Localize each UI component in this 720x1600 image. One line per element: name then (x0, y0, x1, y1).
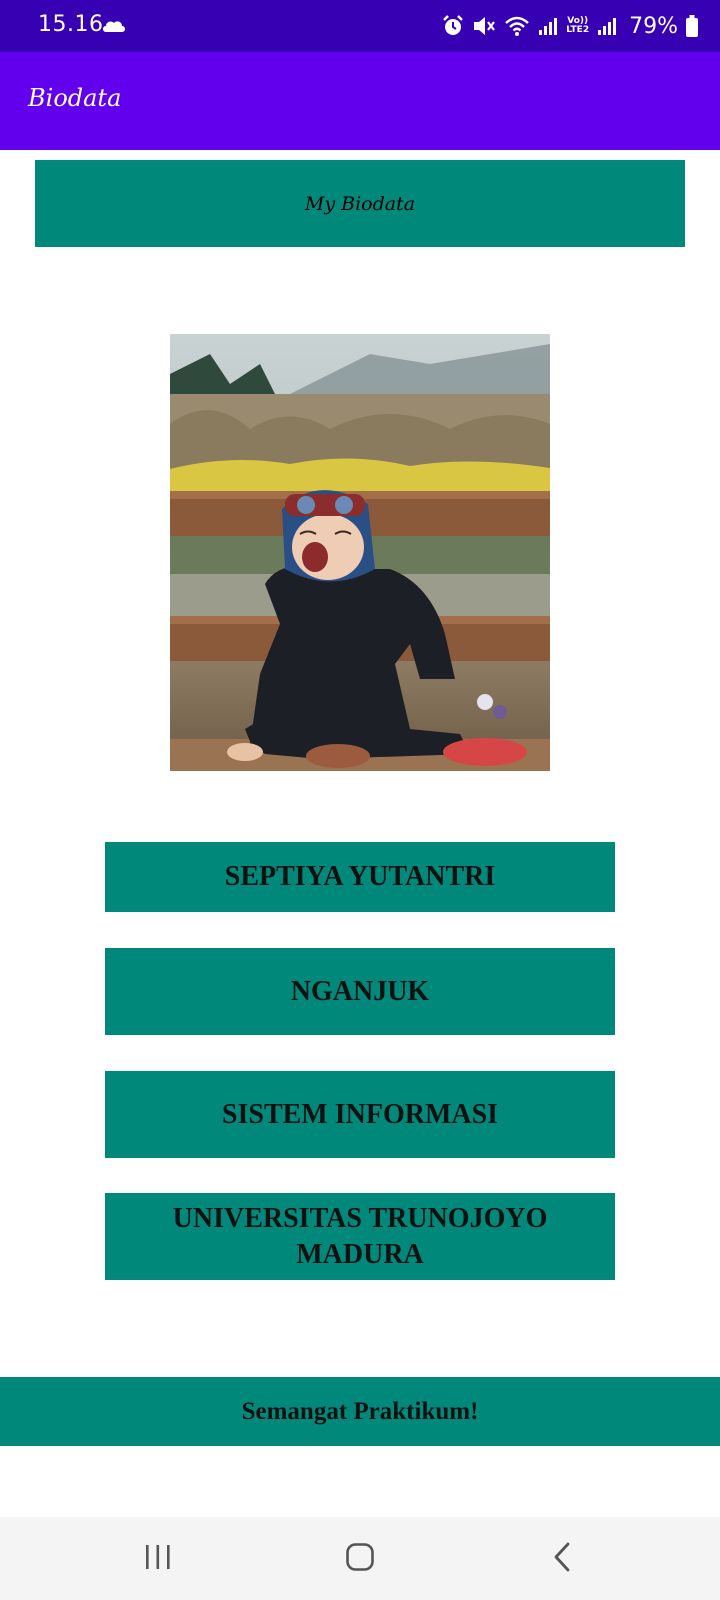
alarm-icon (442, 15, 464, 37)
university-text: UNIVERSITAS TRUNOJOYO MADURA (172, 1202, 548, 1270)
lte-label: LTE2 (566, 25, 590, 35)
name-text: SEPTIYA YUTANTRI (224, 861, 496, 892)
city-text: NGANJUK (290, 975, 430, 1007)
recents-icon (143, 1543, 173, 1575)
major-block: SISTEM INFORMASI (105, 1071, 615, 1158)
city-block: NGANJUK (105, 948, 615, 1035)
back-button[interactable] (537, 1539, 587, 1579)
status-bar: 15.16 Vo)) LTE2 79% (0, 0, 720, 52)
home-icon (345, 1542, 375, 1576)
major-text: SISTEM INFORMASI (221, 1098, 499, 1130)
status-time: 15.16 (38, 12, 104, 37)
signal-icon (538, 16, 558, 36)
recents-button[interactable] (133, 1539, 183, 1579)
battery-percent: 79% (629, 13, 678, 39)
status-icons: Vo)) LTE2 79% (442, 10, 698, 42)
wifi-icon (504, 15, 530, 37)
header-banner: My Biodata (35, 160, 685, 247)
home-button[interactable] (335, 1539, 385, 1579)
name-block: SEPTIYA YUTANTRI (105, 842, 615, 912)
cloud-icon (102, 18, 126, 37)
navigation-bar (0, 1517, 720, 1600)
header-label: My Biodata (304, 192, 416, 215)
footer-label: Semangat Praktikum! (241, 1397, 479, 1425)
footer-banner: Semangat Praktikum! (0, 1377, 720, 1446)
volte-icon: Vo)) LTE2 (566, 17, 589, 35)
back-icon (551, 1542, 573, 1576)
university-block: UNIVERSITAS TRUNOJOYO MADURA (105, 1193, 615, 1280)
profile-photo (170, 334, 550, 771)
battery-icon (686, 15, 698, 37)
mute-icon (472, 15, 496, 37)
app-bar: Biodata (0, 52, 720, 150)
signal-icon (597, 16, 617, 36)
app-title: Biodata (28, 84, 122, 112)
